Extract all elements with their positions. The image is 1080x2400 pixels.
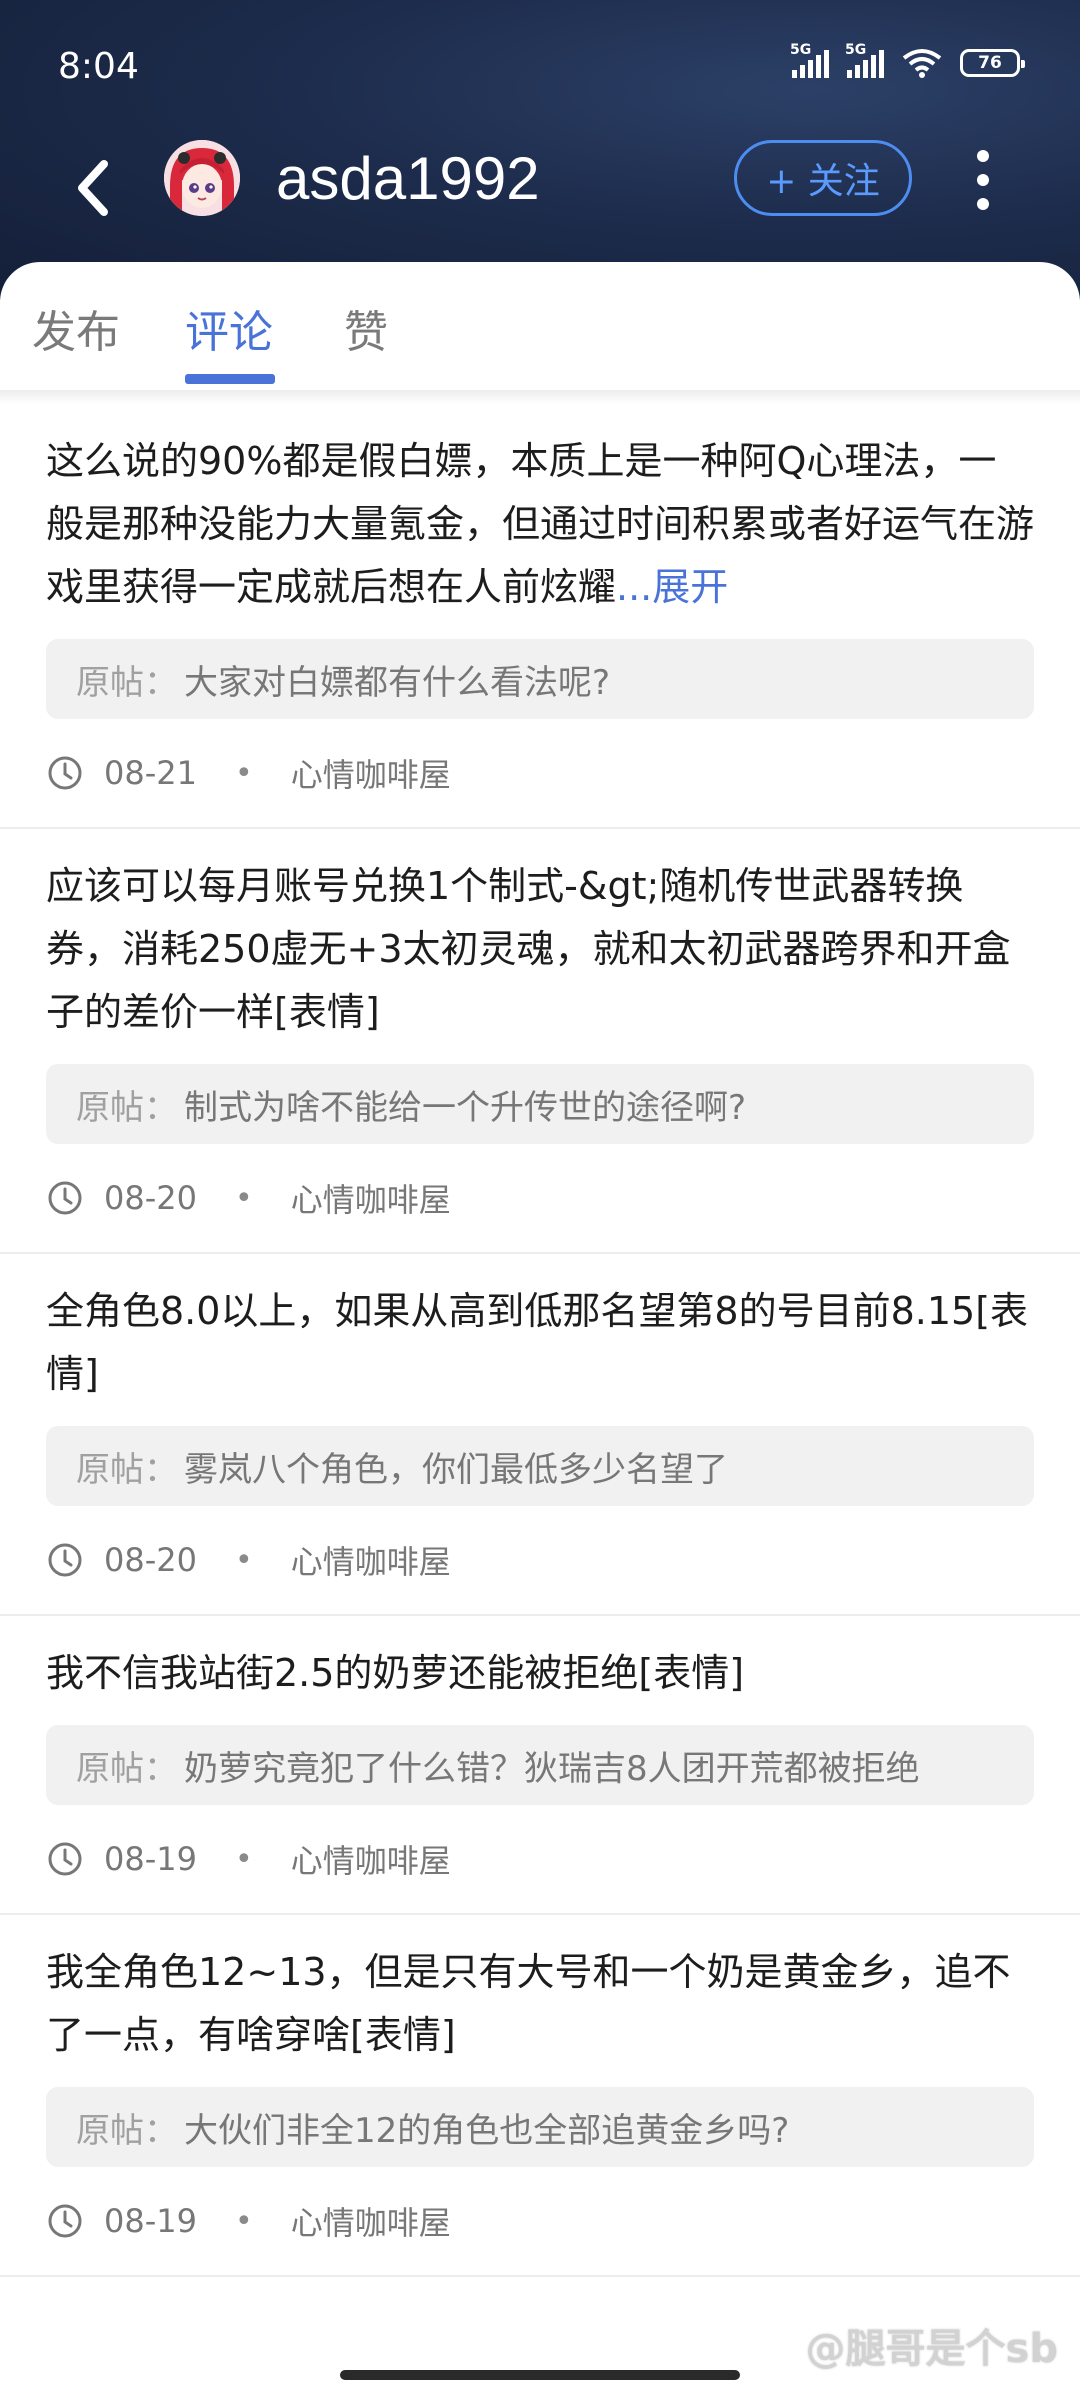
tab-comments[interactable]: 评论 <box>185 296 273 360</box>
original-post-title: 大伙们非全12的角色也全部追黄金乡吗? <box>184 2110 790 2151</box>
comment-item[interactable]: 应该可以每月账号兑换1个制式-&gt;随机传世武器转换券，消耗250虚无+3太初… <box>0 829 1080 1254</box>
comment-text[interactable]: 全角色8.0以上，如果从高到低那名望第8的号目前8.15[表情] <box>46 1254 1034 1406</box>
clock-icon <box>48 756 82 790</box>
original-post-title: 大家对白嫖都有什么看法呢? <box>184 662 611 703</box>
original-post-link[interactable]: 原帖： 奶萝究竟犯了什么错？狄瑞吉8人团开荒都被拒绝 <box>46 1725 1034 1805</box>
wifi-icon <box>902 49 942 78</box>
comment-meta: 08-21 • 心情咖啡屋 <box>46 719 1034 827</box>
expand-link[interactable]: ...展开 <box>616 565 728 609</box>
forum-name[interactable]: 心情咖啡屋 <box>291 1537 451 1583</box>
original-post-label: 原帖： <box>76 2110 178 2151</box>
signal-label: 5G <box>790 42 812 58</box>
comment-meta: 08-20 • 心情咖啡屋 <box>46 1144 1034 1252</box>
original-post-link[interactable]: 原帖： 制式为啥不能给一个升传世的途径啊? <box>46 1064 1034 1144</box>
battery-level: 76 <box>978 53 1002 73</box>
comment-meta: 08-20 • 心情咖啡屋 <box>46 1506 1034 1614</box>
original-post-title: 制式为啥不能给一个升传世的途径啊? <box>184 1087 747 1128</box>
back-arrow-icon <box>78 160 108 216</box>
more-dot-icon <box>977 198 989 210</box>
signal-label: 5G <box>845 42 867 58</box>
content-sheet: 发布 评论 赞 这么说的90%都是假白嫖，本质上是一种阿Q心理法，一般是那种没能… <box>0 262 1080 2400</box>
comment-text[interactable]: 我不信我站街2.5的奶萝还能被拒绝[表情] <box>46 1616 1034 1705</box>
clock-icon <box>48 2204 82 2238</box>
clock-icon <box>48 1842 82 1876</box>
comment-item[interactable]: 这么说的90%都是假白嫖，本质上是一种阿Q心理法，一般是那种没能力大量氪金，但通… <box>0 404 1080 829</box>
comment-item[interactable]: 我不信我站街2.5的奶萝还能被拒绝[表情] 原帖： 奶萝究竟犯了什么错？狄瑞吉8… <box>0 1616 1080 1915</box>
original-post-link[interactable]: 原帖： 雾岚八个角色，你们最低多少名望了 <box>46 1426 1034 1506</box>
separator-dot: • <box>234 755 253 791</box>
separator-dot: • <box>234 1542 253 1578</box>
tab-bar: 发布 评论 赞 <box>0 262 1080 392</box>
original-post-label: 原帖： <box>76 1748 178 1789</box>
separator-dot: • <box>234 2203 253 2239</box>
avatar-image <box>164 140 240 216</box>
comment-date: 08-21 <box>104 754 197 792</box>
tab-publish[interactable]: 发布 <box>32 296 120 360</box>
original-post-link[interactable]: 原帖： 大家对白嫖都有什么看法呢? <box>46 639 1034 719</box>
watermark: @腿哥是个sb <box>805 2326 1058 2372</box>
more-dot-icon <box>977 174 989 186</box>
avatar[interactable] <box>164 140 240 216</box>
follow-button[interactable]: + 关注 <box>734 140 912 216</box>
comment-meta: 08-19 • 心情咖啡屋 <box>46 1805 1034 1913</box>
signal-icon: 5G <box>845 42 884 78</box>
status-time: 8:04 <box>58 46 139 87</box>
comment-text[interactable]: 这么说的90%都是假白嫖，本质上是一种阿Q心理法，一般是那种没能力大量氪金，但通… <box>46 404 1034 619</box>
original-post-title: 雾岚八个角色，你们最低多少名望了 <box>184 1449 728 1490</box>
forum-name[interactable]: 心情咖啡屋 <box>291 750 451 796</box>
comment-date: 08-20 <box>104 1541 197 1579</box>
separator-dot: • <box>234 1841 253 1877</box>
comment-item[interactable]: 全角色8.0以上，如果从高到低那名望第8的号目前8.15[表情] 原帖： 雾岚八… <box>0 1254 1080 1616</box>
comment-date: 08-19 <box>104 1840 197 1878</box>
original-post-link[interactable]: 原帖： 大伙们非全12的角色也全部追黄金乡吗? <box>46 2087 1034 2167</box>
comment-text[interactable]: 我全角色12~13，但是只有大号和一个奶是黄金乡，追不了一点，有啥穿啥[表情] <box>46 1915 1034 2067</box>
profile-header: asda1992 + 关注 <box>0 130 1080 250</box>
clock-icon <box>48 1181 82 1215</box>
status-bar: 8:04 5G 5G 76 <box>0 0 1080 130</box>
tab-likes[interactable]: 赞 <box>344 296 388 360</box>
original-post-label: 原帖： <box>76 1087 178 1128</box>
active-tab-indicator <box>185 374 275 384</box>
more-options-button[interactable] <box>968 142 998 218</box>
more-dot-icon <box>977 150 989 162</box>
comment-text[interactable]: 应该可以每月账号兑换1个制式-&gt;随机传世武器转换券，消耗250虚无+3太初… <box>46 829 1034 1044</box>
back-button[interactable] <box>62 148 122 228</box>
original-post-title: 奶萝究竟犯了什么错？狄瑞吉8人团开荒都被拒绝 <box>184 1748 920 1789</box>
comment-body: 这么说的90%都是假白嫖，本质上是一种阿Q心理法，一般是那种没能力大量氪金，但通… <box>46 439 1035 609</box>
forum-name[interactable]: 心情咖啡屋 <box>291 2198 451 2244</box>
battery-icon: 76 <box>960 49 1025 77</box>
username: asda1992 <box>276 145 540 212</box>
status-icons: 5G 5G 76 <box>790 42 1025 78</box>
home-indicator[interactable] <box>340 2370 740 2380</box>
comment-item[interactable]: 我全角色12~13，但是只有大号和一个奶是黄金乡，追不了一点，有啥穿啥[表情] … <box>0 1915 1080 2277</box>
signal-icon: 5G <box>790 42 829 78</box>
separator-dot: • <box>234 1180 253 1216</box>
comment-date: 08-19 <box>104 2202 197 2240</box>
comment-list: 这么说的90%都是假白嫖，本质上是一种阿Q心理法，一般是那种没能力大量氪金，但通… <box>0 404 1080 2277</box>
forum-name[interactable]: 心情咖啡屋 <box>291 1836 451 1882</box>
original-post-label: 原帖： <box>76 662 178 703</box>
comment-meta: 08-19 • 心情咖啡屋 <box>46 2167 1034 2275</box>
forum-name[interactable]: 心情咖啡屋 <box>291 1175 451 1221</box>
clock-icon <box>48 1543 82 1577</box>
comment-date: 08-20 <box>104 1179 197 1217</box>
tab-divider <box>0 390 1080 404</box>
original-post-label: 原帖： <box>76 1449 178 1490</box>
